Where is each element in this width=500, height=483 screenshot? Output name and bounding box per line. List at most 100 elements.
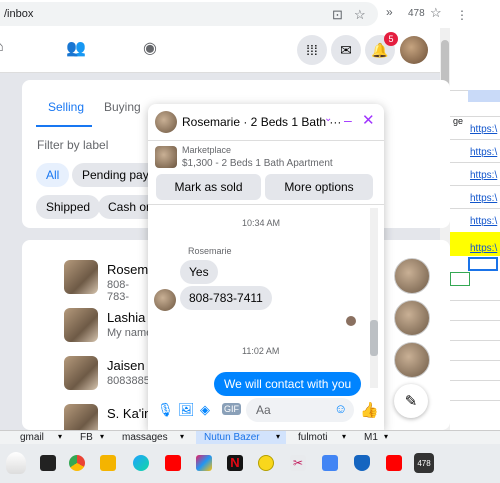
app-icon-yellow[interactable] bbox=[258, 455, 274, 471]
edge-icon[interactable] bbox=[133, 455, 149, 471]
new-message-compose-icon[interactable]: ✎ bbox=[394, 384, 428, 418]
gif-icon[interactable]: GIF bbox=[222, 403, 241, 415]
groups-icon[interactable]: ◉ bbox=[143, 38, 157, 58]
browser-toolbar: /inbox ⊡ ☆ » 478 ☆ bbox=[0, 0, 450, 28]
chevron-down-icon[interactable]: ▾ bbox=[100, 432, 104, 441]
bookmark-fulmoti[interactable]: fulmoti bbox=[298, 432, 327, 443]
bookmark-gmail[interactable]: gmail bbox=[20, 432, 44, 443]
message-input[interactable]: Aa ☺ bbox=[246, 398, 354, 422]
netflix-icon[interactable]: N bbox=[227, 455, 243, 471]
chat-head-bubble[interactable] bbox=[394, 342, 430, 378]
facebook-top-nav: ⌂ 👥 ◉ ⁞⁞⁞ ✉ 🔔 5 bbox=[0, 28, 440, 73]
home-icon[interactable]: ⌂ bbox=[0, 38, 4, 56]
emoji-icon[interactable]: ☺ bbox=[334, 401, 347, 416]
outgoing-message[interactable]: We will contact with you bbox=[214, 372, 362, 396]
chat-item-title[interactable]: $1,300 - 2 Beds 1 Bath Apartment bbox=[182, 158, 333, 169]
active-cell[interactable] bbox=[468, 257, 498, 271]
list-item-preview: 808-783- bbox=[107, 279, 130, 303]
bookmark-fb[interactable]: FB bbox=[80, 432, 93, 443]
list-item-name: Lashia · bbox=[107, 310, 154, 325]
chevron-down-icon[interactable]: ▾ bbox=[58, 432, 62, 441]
extensions-overflow-icon[interactable]: » bbox=[386, 5, 393, 19]
chat-title[interactable]: Rosemarie · 2 Beds 1 Bath ··· bbox=[182, 115, 341, 129]
list-item[interactable]: Rosema 808-783- bbox=[64, 260, 155, 303]
list-item[interactable]: Lashia · My name bbox=[64, 308, 153, 342]
file-explorer-icon[interactable] bbox=[100, 455, 116, 471]
messenger-chat-window: Rosemarie · 2 Beds 1 Bath ··· ⌄ – ✕ Mark… bbox=[148, 104, 384, 430]
bookmark-nutun-bazer[interactable]: Nutun Bazer bbox=[204, 432, 260, 443]
image-icon[interactable]: 🖼 bbox=[178, 402, 195, 418]
chevron-down-icon[interactable]: ▾ bbox=[180, 432, 184, 441]
chevron-down-icon[interactable]: ⌄ bbox=[324, 113, 332, 124]
chat-head-bubble[interactable] bbox=[394, 300, 430, 336]
chevron-down-icon[interactable]: ▾ bbox=[276, 432, 280, 441]
task-view-icon[interactable] bbox=[40, 455, 56, 471]
timestamp: 10:34 AM bbox=[242, 218, 281, 228]
sticker-icon[interactable]: ◈ bbox=[200, 402, 210, 418]
sheet-link-4[interactable]: https:\ bbox=[470, 193, 497, 204]
youtube-icon[interactable] bbox=[165, 455, 181, 471]
tab-selling[interactable]: Selling bbox=[48, 100, 84, 114]
sheet-link-5[interactable]: https:\ bbox=[470, 216, 497, 227]
list-item[interactable]: Jaisen · 80838850 bbox=[64, 356, 156, 390]
sender-name: Rosemarie bbox=[188, 246, 232, 256]
snipping-tool-icon[interactable]: ✂ bbox=[290, 455, 306, 471]
divider bbox=[148, 204, 384, 205]
list-item-preview: My name bbox=[107, 327, 153, 339]
bookmark-star-icon-2[interactable]: ☆ bbox=[430, 5, 442, 21]
sender-avatar bbox=[154, 289, 176, 311]
notification-badge: 5 bbox=[384, 32, 398, 46]
incoming-message[interactable]: 808-783-7411 bbox=[180, 286, 272, 310]
sheet-more-icon[interactable]: ⋮ bbox=[456, 8, 468, 22]
tab-buying[interactable]: Buying bbox=[104, 100, 141, 114]
penguin-app-icon[interactable] bbox=[6, 452, 26, 474]
close-icon[interactable]: ✕ bbox=[362, 111, 375, 129]
sheet-link-1[interactable]: https:\ bbox=[470, 124, 497, 135]
chevron-down-icon[interactable]: ▾ bbox=[342, 432, 346, 441]
chat-avatar[interactable] bbox=[155, 111, 177, 133]
copilot-icon[interactable] bbox=[196, 455, 212, 471]
minimize-icon[interactable]: – bbox=[344, 112, 352, 128]
like-thumb-icon[interactable]: 👍 bbox=[360, 401, 379, 419]
windows-taskbar: N ✂ 478 bbox=[0, 444, 500, 483]
menu-grid-icon[interactable]: ⁞⁞⁞ bbox=[297, 35, 327, 65]
sheet-link-3[interactable]: https:\ bbox=[470, 170, 497, 181]
chat-scrollbar[interactable] bbox=[370, 208, 378, 388]
incoming-message[interactable]: Yes bbox=[180, 260, 218, 284]
list-item-name: Jaisen · bbox=[107, 358, 153, 373]
mark-as-sold-button[interactable]: Mark as sold bbox=[156, 174, 261, 200]
chevron-down-icon[interactable]: ▾ bbox=[384, 432, 388, 441]
friends-icon[interactable]: 👥 bbox=[66, 38, 86, 58]
cell-green-border[interactable] bbox=[450, 272, 470, 286]
profile-avatar[interactable] bbox=[400, 36, 428, 64]
sheet-cell-text[interactable]: ge bbox=[453, 116, 463, 126]
chrome-icon[interactable] bbox=[69, 455, 85, 471]
install-app-icon[interactable]: ⊡ bbox=[332, 7, 343, 23]
bookmark-m1[interactable]: M1 bbox=[364, 432, 378, 443]
listing-thumbnail[interactable] bbox=[155, 146, 177, 168]
taskbar-badge-app[interactable]: 478 bbox=[414, 453, 434, 473]
more-options-button[interactable]: More options bbox=[265, 174, 373, 200]
microphone-icon[interactable]: 🎙 bbox=[157, 402, 174, 418]
chip-shipped[interactable]: Shipped bbox=[36, 195, 101, 219]
read-receipt-avatar bbox=[346, 316, 356, 326]
chat-source-label: Marketplace bbox=[182, 145, 232, 155]
messenger-icon[interactable]: ✉ bbox=[331, 35, 361, 65]
chat-head-bubble[interactable] bbox=[394, 258, 430, 294]
extension-count[interactable]: 478 bbox=[408, 8, 425, 19]
youtube-icon-2[interactable] bbox=[386, 455, 402, 471]
sheet-link-6[interactable]: https:\ bbox=[470, 243, 497, 254]
chip-all[interactable]: All bbox=[36, 163, 70, 187]
bookmark-massages[interactable]: massages bbox=[122, 432, 168, 443]
listing-thumbnail bbox=[64, 356, 98, 390]
selected-column-header[interactable] bbox=[468, 90, 500, 102]
message-input-placeholder: Aa bbox=[256, 403, 271, 417]
address-bar[interactable]: /inbox ⊡ ☆ bbox=[0, 2, 378, 26]
filter-label: Filter by label bbox=[37, 138, 109, 152]
notes-app-icon[interactable] bbox=[322, 455, 338, 471]
vpn-shield-icon[interactable] bbox=[354, 455, 370, 471]
chat-header[interactable]: Rosemarie · 2 Beds 1 Bath ··· ⌄ – ✕ bbox=[148, 104, 384, 141]
url-text[interactable]: /inbox bbox=[4, 8, 33, 20]
bookmark-star-icon[interactable]: ☆ bbox=[354, 7, 366, 23]
sheet-link-2[interactable]: https:\ bbox=[470, 147, 497, 158]
